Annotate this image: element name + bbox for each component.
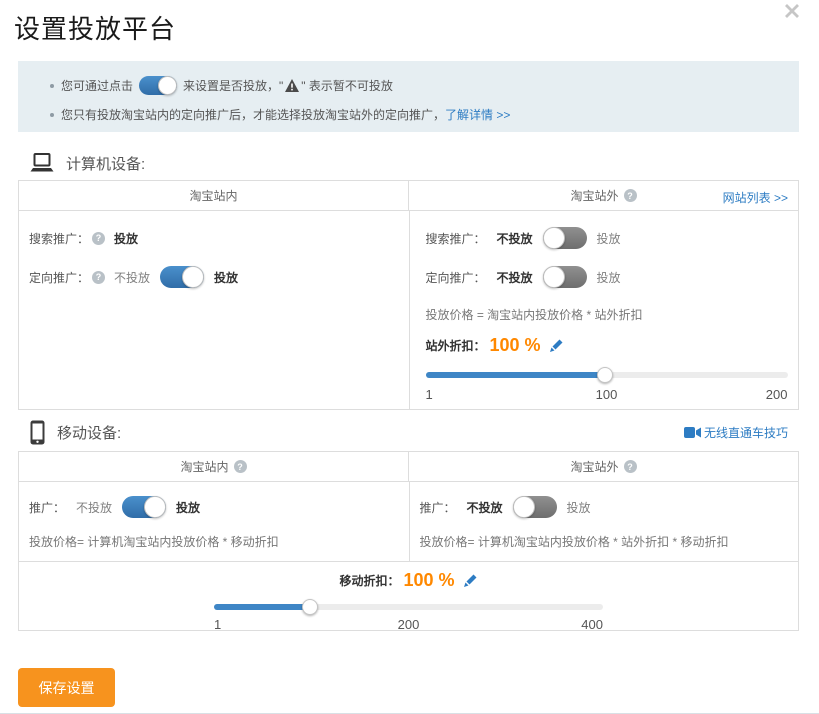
offsite-slider-labels: 1 100 200 — [426, 387, 788, 401]
notice-line-1: 您可通过点击 来设置是否投放，" " 表示暂不可投放 — [50, 76, 799, 95]
computer-section-header: 计算机设备: — [30, 150, 801, 176]
save-settings-button[interactable]: 保存设置 — [18, 668, 115, 707]
computer-table: 淘宝站内 淘宝站外 ? 网站列表 >> 搜索推广： ? 投放 定向推广： ? 不… — [18, 180, 799, 410]
mobile-table: 淘宝站内 ? 淘宝站外 ? 推广： 不投放 投放 投放价格= 计算机淘宝站内投放… — [18, 451, 799, 631]
set-platform-dialog: 设置投放平台 您可通过点击 来设置是否投放，" " 表示暂不可投放 您只有投放淘… — [0, 0, 819, 714]
computer-section-title: 计算机设备: — [66, 153, 145, 174]
slider-handle[interactable] — [302, 599, 318, 615]
mobile-offsite-formula: 投放价格= 计算机淘宝站内投放价格 * 站外折扣 * 移动折扣 — [420, 534, 799, 550]
notice-text: 您只有投放淘宝站内的定向推广后，才能选择投放淘宝站外的定向推广， — [61, 106, 445, 123]
computer-icon — [30, 153, 54, 174]
help-icon[interactable]: ? — [624, 460, 637, 473]
mobile-discount-row: 移动折扣： 100 % 1 200 400 — [19, 561, 798, 630]
mobile-col-offsite-header: 淘宝站外 ? — [408, 452, 798, 481]
computer-onsite-target-toggle[interactable] — [160, 266, 204, 288]
offsite-discount-slider[interactable] — [426, 367, 788, 383]
computer-col-offsite-header: 淘宝站外 ? 网站列表 >> — [408, 181, 798, 210]
offsite-price-formula: 投放价格 = 淘宝站内投放价格 * 站外折扣 — [426, 307, 799, 323]
phone-icon — [30, 420, 45, 445]
help-icon[interactable]: ? — [234, 460, 247, 473]
close-icon[interactable] — [784, 3, 800, 19]
bullet-icon — [50, 113, 54, 117]
computer-onsite-cell: 搜索推广： ? 投放 定向推广： ? 不投放 投放 — [19, 211, 409, 409]
computer-offsite-cell: 搜索推广： 不投放 投放 定向推广： 不投放 投放 投放价格 = 淘宝站内投放价… — [409, 211, 799, 409]
computer-onsite-search-row: 搜索推广： ? 投放 — [29, 226, 409, 250]
mobile-offsite-toggle[interactable] — [513, 496, 557, 518]
mobile-discount: 移动折扣： 100 % — [19, 567, 798, 593]
notice-box: 您可通过点击 来设置是否投放，" " 表示暂不可投放 您只有投放淘宝站内的定向推… — [18, 61, 799, 132]
mobile-section-title: 移动设备: — [57, 422, 121, 443]
mobile-onsite-formula: 投放价格= 计算机淘宝站内投放价格 * 移动折扣 — [29, 534, 409, 550]
mobile-discount-slider[interactable] — [214, 599, 603, 615]
mobile-slider-labels: 1 200 400 — [214, 617, 603, 631]
help-icon[interactable]: ? — [92, 232, 105, 245]
mobile-offsite-promo-row: 推广： 不投放 投放 — [420, 495, 799, 519]
wireless-tips-link[interactable]: 无线直通车技巧 — [684, 424, 788, 441]
slider-handle[interactable] — [597, 367, 613, 383]
warning-icon — [285, 79, 299, 92]
learn-more-link[interactable]: 了解详情 >> — [445, 106, 510, 123]
computer-offsite-search-row: 搜索推广： 不投放 投放 — [426, 226, 799, 250]
mobile-col-onsite-header: 淘宝站内 ? — [19, 452, 408, 481]
mobile-onsite-toggle[interactable] — [122, 496, 166, 518]
notice-text: 来设置是否投放，" — [183, 77, 283, 94]
toggle-example — [139, 76, 177, 95]
computer-offsite-target-toggle[interactable] — [543, 266, 587, 288]
mobile-section-header: 移动设备: 无线直通车技巧 — [30, 418, 801, 446]
website-list-link[interactable]: 网站列表 >> — [723, 189, 788, 206]
notice-text: " 表示暂不可投放 — [301, 77, 393, 94]
edit-pencil-icon[interactable] — [549, 338, 564, 353]
computer-offsite-search-toggle[interactable] — [543, 227, 587, 249]
help-icon[interactable]: ? — [624, 189, 637, 202]
notice-line-2: 您只有投放淘宝站内的定向推广后，才能选择投放淘宝站外的定向推广， 了解详情 >> — [50, 105, 799, 124]
page-title: 设置投放平台 — [14, 13, 819, 45]
computer-col-onsite-header: 淘宝站内 — [19, 181, 408, 210]
mobile-offsite-cell: 推广： 不投放 投放 投放价格= 计算机淘宝站内投放价格 * 站外折扣 * 移动… — [409, 482, 799, 561]
computer-offsite-target-row: 定向推广： 不投放 投放 — [426, 265, 799, 289]
notice-text: 您可通过点击 — [61, 77, 133, 94]
help-icon[interactable]: ? — [92, 271, 105, 284]
mobile-onsite-cell: 推广： 不投放 投放 投放价格= 计算机淘宝站内投放价格 * 移动折扣 — [19, 482, 409, 561]
offsite-discount: 站外折扣： 100 % — [426, 333, 799, 357]
computer-onsite-target-row: 定向推广： ? 不投放 投放 — [29, 265, 409, 289]
mobile-onsite-promo-row: 推广： 不投放 投放 — [29, 495, 409, 519]
video-icon — [684, 427, 701, 438]
edit-pencil-icon[interactable] — [463, 573, 478, 588]
bullet-icon — [50, 84, 54, 88]
